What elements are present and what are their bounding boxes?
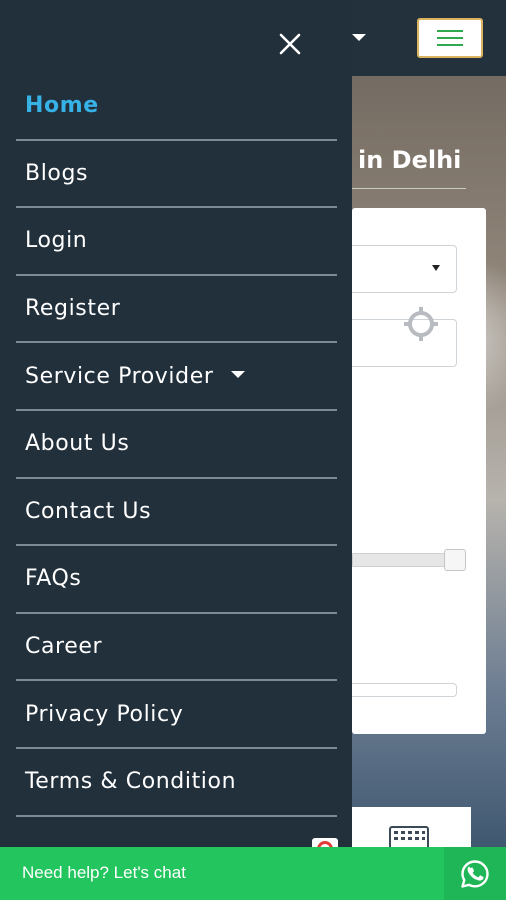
nav-item-login[interactable]: Login — [16, 208, 337, 276]
nav-item-privacy-policy[interactable]: Privacy Policy — [16, 681, 337, 749]
nav-item-faqs[interactable]: FAQs — [16, 546, 337, 614]
nav-item-career[interactable]: Career — [16, 614, 337, 682]
drawer-menu: Home Blogs Login Register Service Provid… — [16, 73, 337, 817]
calendar-icon — [389, 826, 429, 848]
nav-item-about-us[interactable]: About Us — [16, 411, 337, 479]
hamburger-line — [437, 30, 463, 32]
app-screen: in Delhi Home Blogs Login Register Servi… — [0, 0, 506, 900]
category-select[interactable] — [352, 245, 457, 293]
nav-item-terms-condition[interactable]: Terms & Condition — [16, 749, 337, 817]
nav-item-label: About Us — [25, 431, 130, 457]
nav-item-service-provider[interactable]: Service Provider — [16, 343, 337, 411]
range-slider-handle[interactable] — [444, 549, 466, 571]
nav-item-register[interactable]: Register — [16, 276, 337, 344]
nav-item-label: Home — [25, 93, 99, 119]
range-slider-track[interactable] — [352, 553, 456, 567]
nav-item-home[interactable]: Home — [16, 73, 337, 141]
hamburger-line — [437, 44, 463, 46]
nav-item-label: Login — [25, 228, 88, 254]
nav-item-label: Register — [25, 296, 121, 322]
nav-item-blogs[interactable]: Blogs — [16, 141, 337, 209]
hero-title: in Delhi — [358, 146, 462, 174]
nav-item-label: Contact Us — [25, 498, 152, 524]
chevron-down-icon — [231, 370, 246, 378]
chat-help-label: Need help? Let's chat — [22, 863, 186, 882]
hero-title-divider — [352, 188, 466, 189]
nav-item-label: Terms & Condition — [25, 769, 237, 795]
nav-item-contact-us[interactable]: Contact Us — [16, 479, 337, 547]
navigation-drawer: Home Blogs Login Register Service Provid… — [0, 0, 352, 847]
form-field[interactable] — [352, 683, 457, 697]
nav-item-label: Service Provider — [25, 363, 214, 389]
hamburger-line — [437, 37, 463, 39]
chat-help-bar[interactable]: Need help? Let's chat — [0, 847, 506, 900]
close-drawer-button[interactable] — [270, 24, 310, 64]
whatsapp-button[interactable] — [444, 847, 506, 900]
header-dropdown-caret-icon[interactable] — [352, 34, 366, 41]
nav-item-label: Career — [25, 634, 103, 660]
google-logo-icon — [312, 838, 338, 847]
nav-item-label: Blogs — [25, 160, 89, 186]
select-arrow-icon — [432, 265, 440, 271]
menu-toggle-button[interactable] — [417, 18, 483, 58]
whatsapp-icon — [461, 859, 489, 888]
close-icon — [279, 33, 301, 55]
nav-item-label: Privacy Policy — [25, 701, 184, 727]
nav-item-label: FAQs — [25, 566, 82, 592]
locate-crosshair-icon[interactable] — [402, 305, 440, 343]
